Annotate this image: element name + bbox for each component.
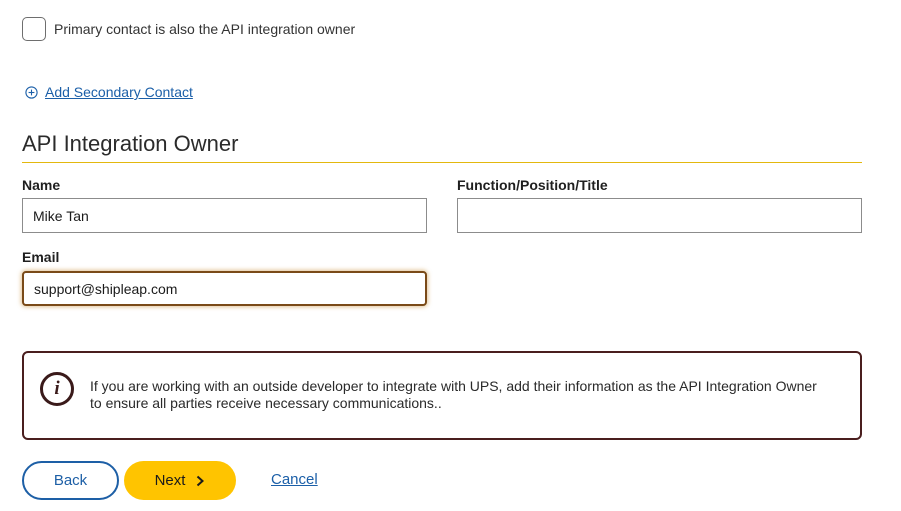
primary-contact-owner-label[interactable]: Primary contact is also the API integrat… [54, 21, 355, 37]
chevron-right-icon [197, 475, 205, 486]
email-input[interactable] [22, 271, 427, 306]
function-position-title-input[interactable] [457, 198, 862, 233]
back-button-label: Back [53, 472, 88, 489]
section-divider [22, 162, 862, 163]
next-button[interactable]: Next [124, 461, 236, 500]
info-notice-text: If you are working with an outside devel… [90, 378, 817, 411]
plus-circle-icon [25, 85, 38, 99]
add-secondary-contact-link[interactable]: Add Secondary Contact [25, 84, 193, 100]
name-input[interactable] [22, 198, 427, 233]
primary-contact-owner-checkbox[interactable] [22, 17, 46, 41]
back-button[interactable]: Back [22, 461, 119, 500]
name-label: Name [22, 177, 61, 193]
cancel-link[interactable]: Cancel [271, 471, 318, 488]
add-secondary-contact-label[interactable]: Add Secondary Contact [45, 84, 193, 100]
function-position-title-label: Function/Position/Title [457, 177, 608, 193]
section-title: API Integration Owner [22, 131, 239, 156]
email-label: Email [22, 249, 60, 265]
next-button-label: Next [154, 472, 186, 489]
info-icon: i [40, 372, 74, 406]
api-integration-owner-form: Primary contact is also the API integrat… [0, 0, 901, 511]
primary-contact-owner-option[interactable]: Primary contact is also the API integrat… [22, 17, 355, 41]
info-notice: i If you are working with an outside dev… [22, 351, 862, 440]
